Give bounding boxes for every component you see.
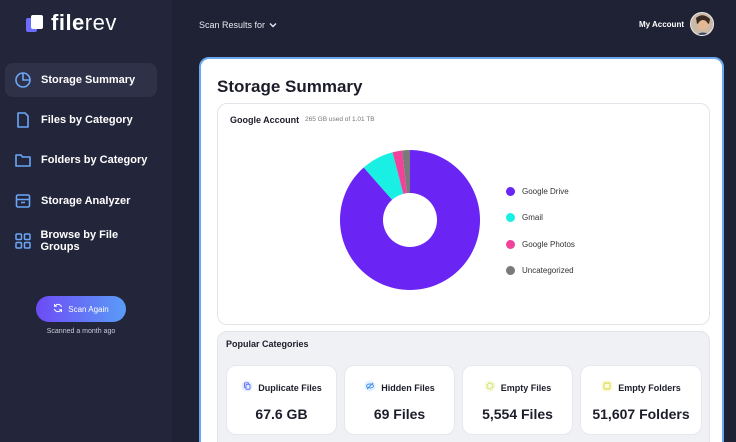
tile-label: Empty Folders bbox=[618, 383, 681, 393]
pie-chart-icon bbox=[13, 70, 33, 90]
tile-value: 67.6 GB bbox=[255, 406, 308, 422]
chart-legend: Google Drive Gmail Google Photos Uncateg… bbox=[506, 178, 575, 284]
tile-value: 51,607 Folders bbox=[592, 406, 690, 422]
main-panel: Storage Summary Google Account 265 GB us… bbox=[199, 57, 724, 442]
sidebar-item-storage-analyzer[interactable]: Storage Analyzer bbox=[5, 184, 157, 218]
tile-hidden-files[interactable]: Hidden Files 69 Files bbox=[344, 365, 455, 435]
grid-icon bbox=[13, 231, 32, 251]
legend-item: Uncategorized bbox=[506, 258, 575, 285]
legend-swatch bbox=[506, 213, 515, 223]
folder-icon bbox=[13, 150, 33, 170]
sidebar-item-label: Storage Summary bbox=[41, 74, 136, 86]
logo-text-light: rev bbox=[84, 10, 117, 35]
storage-usage-text: 265 GB used of 1.01 TB bbox=[305, 116, 375, 123]
storage-donut-chart bbox=[340, 150, 480, 290]
sidebar-item-label: Storage Analyzer bbox=[41, 195, 131, 207]
tile-label: Hidden Files bbox=[381, 383, 435, 393]
legend-item: Google Photos bbox=[506, 231, 575, 258]
chevron-down-icon bbox=[269, 20, 277, 30]
account-card-title: Google Account bbox=[230, 115, 300, 125]
legend-label: Google Photos bbox=[522, 239, 575, 249]
logo[interactable]: filerev bbox=[26, 10, 117, 35]
account-menu[interactable]: My Account bbox=[639, 12, 714, 36]
sidebar-item-browse-by-file-groups[interactable]: Browse by File Groups bbox=[5, 224, 157, 258]
scan-results-dropdown[interactable]: Scan Results for bbox=[199, 20, 277, 30]
scanned-timestamp: Scanned a month ago bbox=[46, 328, 116, 335]
tile-value: 69 Files bbox=[373, 406, 426, 422]
logo-text-bold: file bbox=[51, 10, 85, 35]
popular-categories: Popular Categories Duplicate Files 67.6 … bbox=[217, 331, 710, 442]
popular-categories-title: Popular Categories bbox=[226, 339, 309, 349]
refresh-icon bbox=[53, 300, 63, 318]
scan-again-label: Scan Again bbox=[68, 304, 109, 314]
empty-folder-icon bbox=[601, 379, 613, 397]
archive-icon bbox=[13, 191, 33, 211]
legend-item: Google Drive bbox=[506, 178, 575, 205]
legend-label: Gmail bbox=[522, 213, 543, 223]
legend-swatch bbox=[506, 186, 515, 196]
tile-empty-folders[interactable]: Empty Folders 51,607 Folders bbox=[580, 365, 702, 435]
tile-duplicate-files[interactable]: Duplicate Files 67.6 GB bbox=[226, 365, 337, 435]
tile-label: Empty Files bbox=[500, 383, 552, 393]
sidebar-item-folders-by-category[interactable]: Folders by Category bbox=[5, 143, 157, 177]
google-account-card: Google Account 265 GB used of 1.01 TB Go… bbox=[217, 103, 710, 325]
logo-icon bbox=[26, 14, 43, 32]
avatar[interactable] bbox=[690, 12, 714, 36]
tile-value: 5,554 Files bbox=[482, 406, 553, 422]
empty-file-icon bbox=[484, 379, 496, 397]
legend-swatch bbox=[506, 239, 515, 249]
page-title: Storage Summary bbox=[217, 77, 363, 96]
scan-again-button[interactable]: Scan Again bbox=[36, 296, 126, 322]
legend-swatch bbox=[506, 266, 515, 276]
tile-empty-files[interactable]: Empty Files 5,554 Files bbox=[462, 365, 573, 435]
tile-label: Duplicate Files bbox=[258, 383, 322, 393]
sidebar-item-label: Folders by Category bbox=[41, 154, 148, 166]
scan-results-label: Scan Results for bbox=[199, 20, 266, 30]
legend-item: Gmail bbox=[506, 205, 575, 232]
legend-label: Uncategorized bbox=[522, 266, 574, 276]
sidebar-item-label: Files by Category bbox=[41, 114, 133, 126]
hidden-icon bbox=[364, 379, 376, 397]
sidebar-item-label: Browse by File Groups bbox=[40, 229, 119, 253]
sidebar-item-storage-summary[interactable]: Storage Summary bbox=[5, 63, 157, 97]
duplicate-icon bbox=[241, 379, 253, 397]
file-icon bbox=[13, 110, 33, 130]
sidebar: filerev Storage Summary Files by Categor… bbox=[0, 0, 172, 442]
account-label: My Account bbox=[638, 19, 684, 29]
sidebar-item-files-by-category[interactable]: Files by Category bbox=[5, 103, 157, 137]
legend-label: Google Drive bbox=[522, 186, 569, 196]
